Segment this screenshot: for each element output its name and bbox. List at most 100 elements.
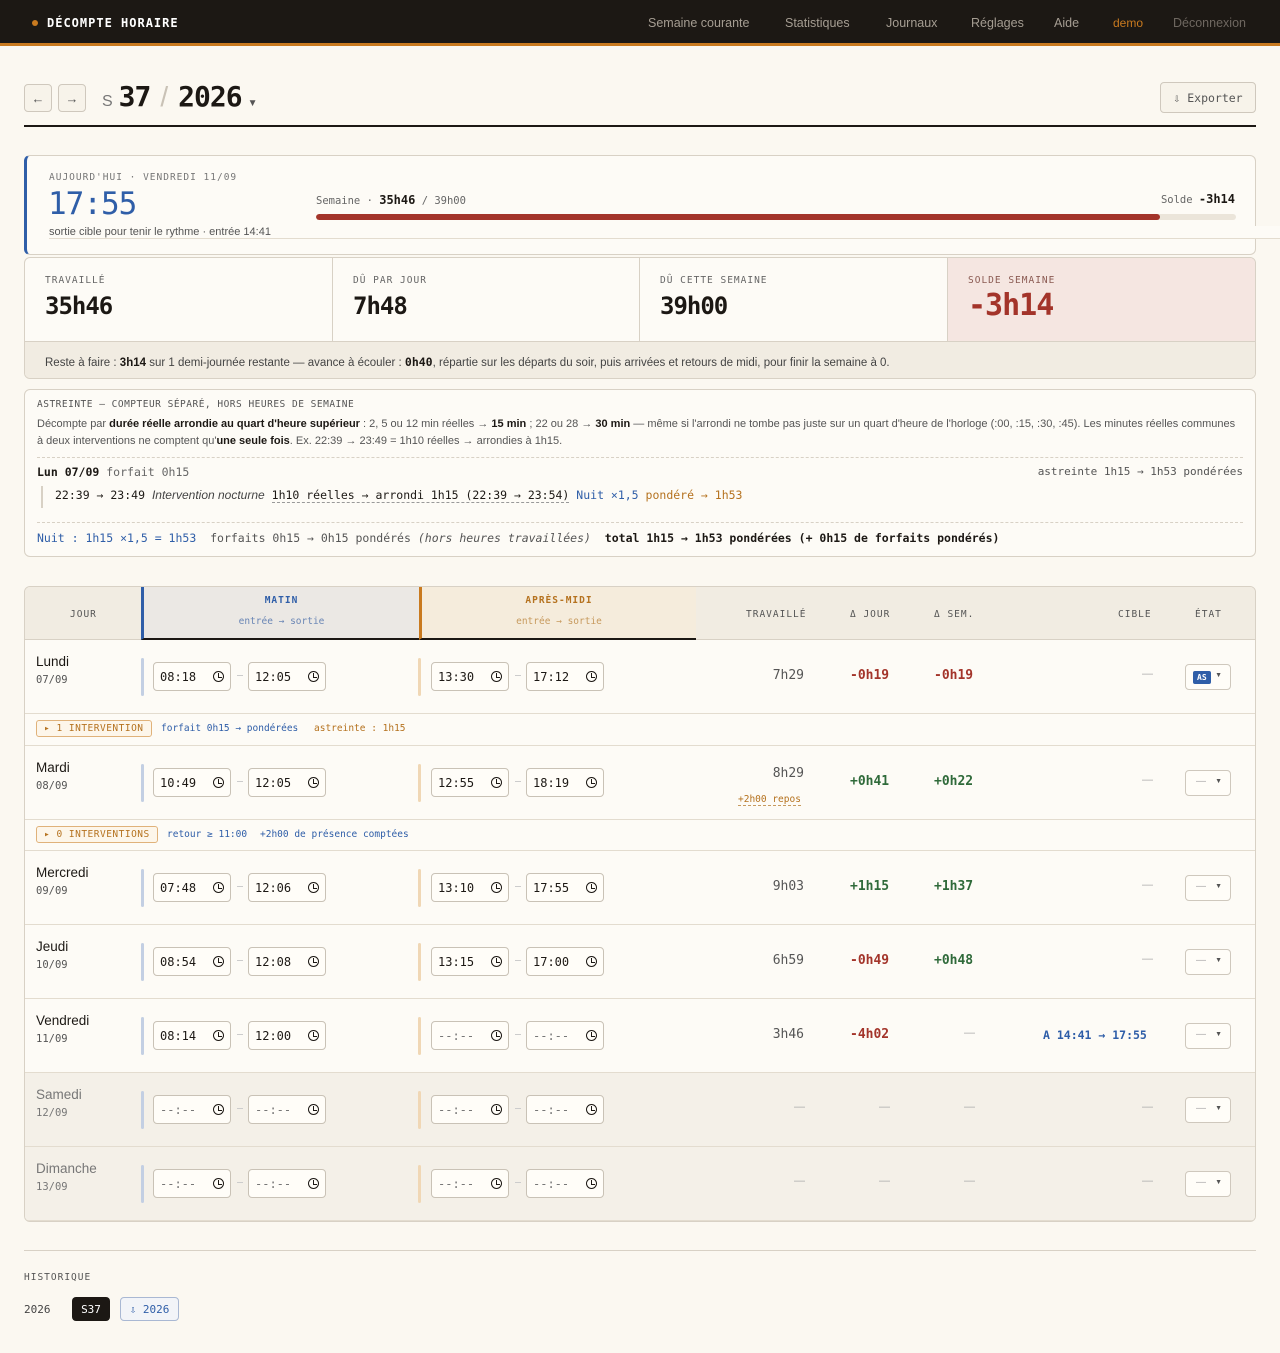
today-target-time: 17:55 — [48, 186, 137, 222]
etat-select[interactable]: — ▼ — [1185, 770, 1231, 796]
etat-select[interactable]: — ▼ — [1185, 1023, 1231, 1049]
reste-text: , répartie sur les départs du soir, puis… — [432, 357, 890, 369]
col-matin-sub: entrée → sortie — [238, 616, 325, 627]
intervention-nuit: Nuit ×1,5 — [576, 488, 639, 502]
apm-entree-input-value: --:-- — [438, 1177, 475, 1191]
time-separator — [515, 960, 521, 961]
week-progress-bar — [316, 214, 1236, 220]
col-delta-jour: Δ JOUR — [850, 609, 891, 620]
intervention-entry[interactable]: 22:39 → 23:49 Intervention nocturne 1h10… — [41, 486, 742, 508]
week-progress-value: 35h46 — [379, 193, 416, 207]
clock-icon — [491, 1104, 502, 1115]
cible-empty: — — [1142, 879, 1153, 891]
matin-sortie-input-value: 12:05 — [255, 776, 292, 790]
matin-sortie-input[interactable]: 12:05 — [248, 662, 326, 691]
matin-entree-input[interactable]: --:-- — [153, 1169, 231, 1198]
prev-week-button[interactable]: ← — [24, 84, 52, 112]
historique-week-chip[interactable]: S37 — [72, 1297, 110, 1321]
table-row: Samedi 12/09 --:-- --:-- --:-- --:-- — — — — — ▼ — [25, 1073, 1255, 1147]
apm-entree-input[interactable]: 13:30 — [431, 662, 509, 691]
etat-empty: — — [1196, 1029, 1206, 1040]
reste-text: sur 1 demi-journée restante — avance à é… — [146, 357, 405, 369]
nav-user[interactable]: demo — [1113, 16, 1143, 30]
apm-entree-input[interactable]: --:-- — [431, 1095, 509, 1124]
apm-sortie-input[interactable]: --:-- — [526, 1169, 604, 1198]
matin-marker — [141, 1165, 144, 1203]
matin-entree-input[interactable]: 08:54 — [153, 947, 231, 976]
delta-jour: +0h41 — [850, 774, 890, 789]
historique-export-chip[interactable]: ⇩ 2026 — [120, 1297, 179, 1321]
etat-empty: — — [1196, 881, 1206, 892]
next-week-button[interactable]: → — [58, 84, 86, 112]
matin-sortie-input[interactable]: 12:08 — [248, 947, 326, 976]
solde-label: Solde -3h14 — [1161, 192, 1235, 206]
nav-journaux[interactable]: Journaux — [886, 16, 937, 30]
matin-entree-input[interactable]: 08:14 — [153, 1021, 231, 1050]
matin-entree-input-value: --:-- — [160, 1103, 197, 1117]
solde-prefix: Solde — [1160, 194, 1193, 206]
col-apm-title: APRÈS-MIDI — [525, 595, 593, 606]
clock-icon — [586, 777, 597, 788]
matin-sortie-input[interactable]: 12:05 — [248, 768, 326, 797]
matin-sortie-input[interactable]: 12:00 — [248, 1021, 326, 1050]
apm-entree-input[interactable]: --:-- — [431, 1021, 509, 1050]
apm-entree-input[interactable]: 12:55 — [431, 768, 509, 797]
time-separator — [237, 960, 243, 961]
apm-entree-input[interactable]: 13:10 — [431, 873, 509, 902]
nav-aide[interactable]: Aide — [1054, 16, 1079, 30]
clock-icon — [491, 956, 502, 967]
week-selector[interactable]: S 37 / 2026 ▼ — [102, 80, 258, 113]
etat-empty: — — [1196, 1177, 1206, 1188]
stat-value: 35h46 — [45, 292, 113, 320]
export-button[interactable]: ⇩ Exporter — [1160, 82, 1256, 113]
etat-select[interactable]: — ▼ — [1185, 1097, 1231, 1123]
delta-sem: +0h22 — [934, 774, 974, 789]
chevron-down-icon: ▼ — [1215, 883, 1222, 890]
nav-statistiques[interactable]: Statistiques — [785, 16, 850, 30]
apm-sortie-input[interactable]: 17:55 — [526, 873, 604, 902]
clock-icon — [586, 1104, 597, 1115]
etat-select[interactable]: — ▼ — [1185, 875, 1231, 901]
apm-sortie-input[interactable]: 17:12 — [526, 662, 604, 691]
repos-note[interactable]: +2h00 repos — [738, 794, 801, 806]
apm-entree-input[interactable]: --:-- — [431, 1169, 509, 1198]
nav-semaine-courante[interactable]: Semaine courante — [648, 16, 749, 30]
day-date: 07/09 — [36, 674, 68, 686]
apm-sortie-input[interactable]: --:-- — [526, 1095, 604, 1124]
astreinte-panel: ASTREINTE — COMPTEUR SÉPARÉ, HORS HEURES… — [24, 389, 1256, 557]
week-year: 2026 — [178, 80, 242, 113]
matin-entree-input[interactable]: 10:49 — [153, 768, 231, 797]
matin-sortie-input[interactable]: 12:06 — [248, 873, 326, 902]
apm-marker — [418, 764, 421, 802]
etat-badge: AS — [1193, 671, 1211, 684]
matin-entree-input[interactable]: 08:18 — [153, 662, 231, 691]
apm-entree-input[interactable]: 13:15 — [431, 947, 509, 976]
apm-sortie-input[interactable]: 18:19 — [526, 768, 604, 797]
day-name: Dimanche — [36, 1161, 97, 1176]
etat-select[interactable]: AS ▼ — [1185, 664, 1231, 690]
apm-sortie-input-value: 17:00 — [533, 955, 570, 969]
stat-key: SOLDE SEMAINE — [968, 275, 1056, 286]
interventions-toggle[interactable]: ▸ 1 INTERVENTION — [36, 720, 152, 737]
matin-entree-input[interactable]: 07:48 — [153, 873, 231, 902]
clock-icon — [308, 1178, 319, 1189]
chevron-down-icon: ▼ — [1215, 957, 1222, 964]
delta-jour-empty: — — [879, 1175, 890, 1187]
etat-select[interactable]: — ▼ — [1185, 949, 1231, 975]
title-divider — [24, 125, 1256, 127]
apm-marker — [418, 1165, 421, 1203]
brand[interactable]: DÉCOMPTE HORAIRE — [32, 16, 179, 30]
matin-sortie-input[interactable]: --:-- — [248, 1169, 326, 1198]
intervention-summary: ▸ 1 INTERVENTION forfait 0h15 → pondérées… — [25, 714, 1255, 746]
matin-sortie-input-value: 12:08 — [255, 955, 292, 969]
matin-marker — [141, 869, 144, 907]
interventions-toggle[interactable]: ▸ 0 INTERVENTIONS — [36, 826, 158, 843]
nav-deconnexion[interactable]: Déconnexion — [1173, 16, 1246, 30]
etat-select[interactable]: — ▼ — [1185, 1171, 1231, 1197]
apm-sortie-input[interactable]: 17:00 — [526, 947, 604, 976]
apm-sortie-input[interactable]: --:-- — [526, 1021, 604, 1050]
nav-reglages[interactable]: Réglages — [971, 16, 1024, 30]
matin-entree-input[interactable]: --:-- — [153, 1095, 231, 1124]
matin-sortie-input[interactable]: --:-- — [248, 1095, 326, 1124]
table-row: Jeudi 10/09 08:54 12:08 13:15 17:00 6h59 -0h49 +… — [25, 925, 1255, 999]
